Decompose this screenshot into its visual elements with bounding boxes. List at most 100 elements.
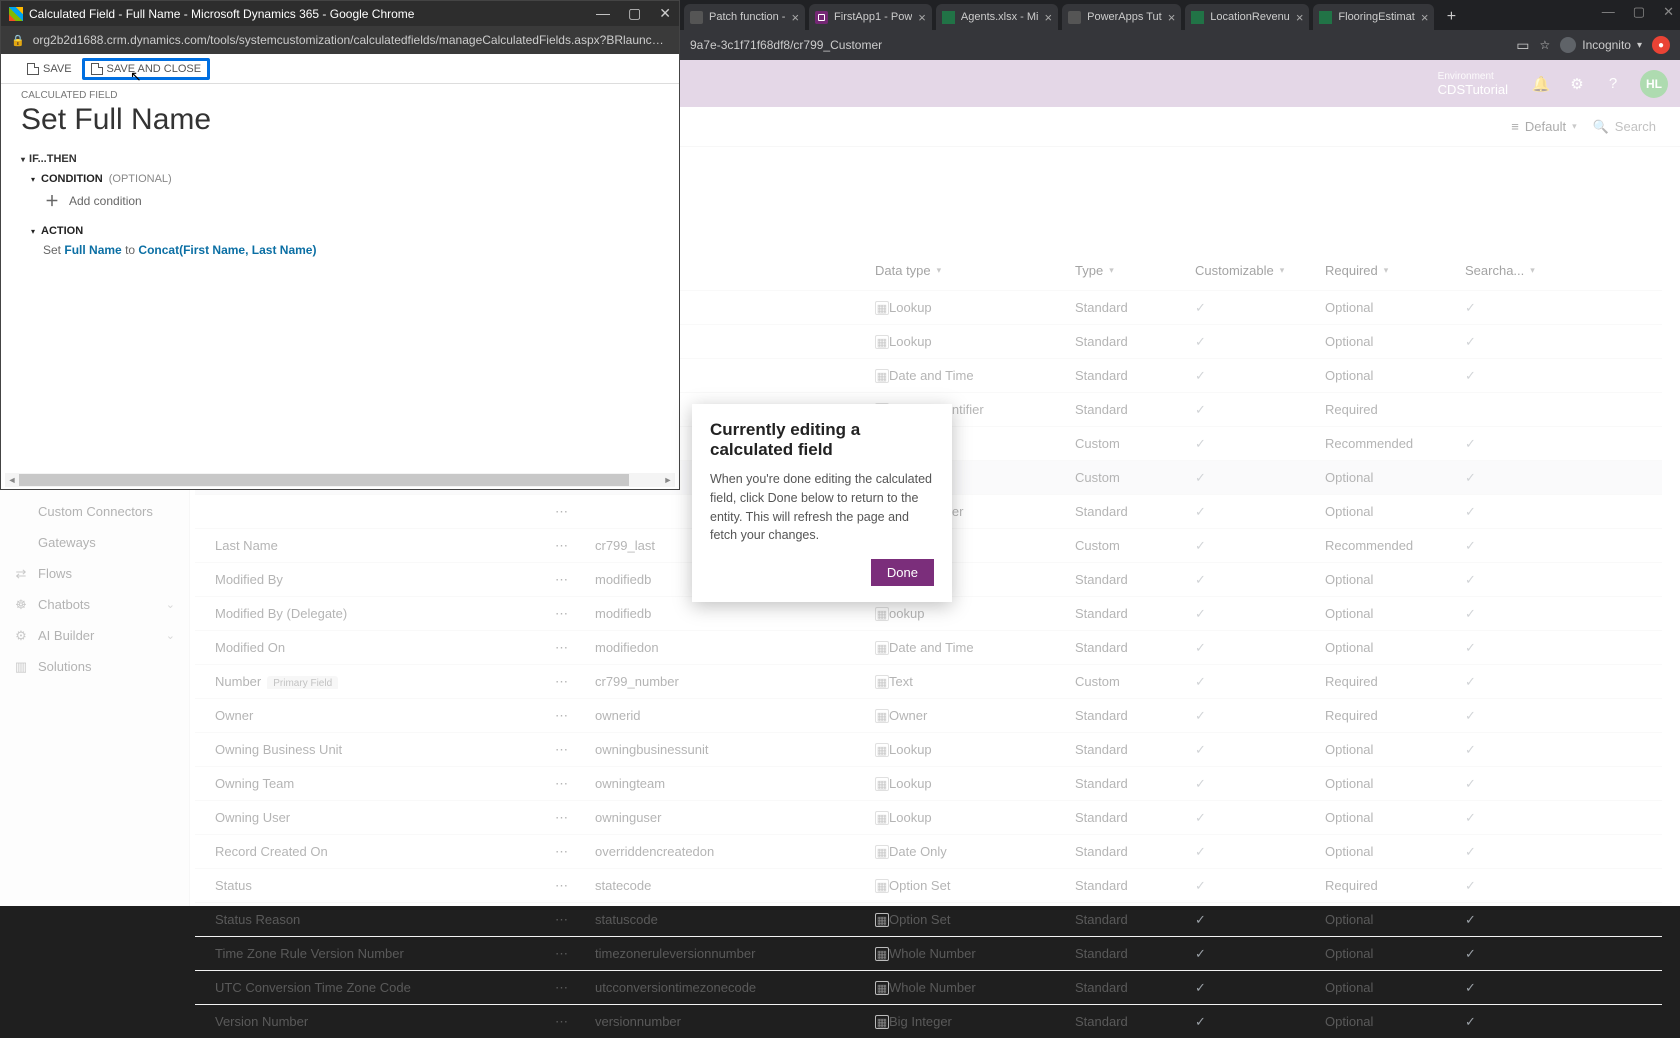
search-box[interactable]: 🔍 Search bbox=[1593, 119, 1656, 135]
ifthen-section[interactable]: ▾ IF...THEN bbox=[21, 153, 679, 165]
settings-icon[interactable]: ⚙ bbox=[1568, 75, 1586, 93]
popup-url[interactable]: org2b2d1688.crm.dynamics.com/tools/syste… bbox=[33, 33, 669, 47]
col-searchable[interactable]: Searcha... bbox=[1465, 263, 1524, 278]
nav-item[interactable]: ⇄ Flows bbox=[0, 558, 189, 589]
scroll-right-icon[interactable]: ► bbox=[661, 473, 675, 487]
row-menu-icon[interactable]: ⋯ bbox=[555, 742, 595, 758]
new-tab-button[interactable]: + bbox=[1438, 4, 1464, 30]
browser-tab[interactable]: Patch function - × bbox=[684, 4, 805, 30]
extension-badge[interactable]: ● bbox=[1652, 36, 1670, 54]
row-menu-icon[interactable]: ⋯ bbox=[555, 572, 595, 588]
primary-field-pill: Primary Field bbox=[267, 676, 338, 689]
help-icon[interactable]: ? bbox=[1604, 75, 1622, 93]
field-datatype: ▦Owner bbox=[875, 708, 1075, 724]
row-menu-icon[interactable]: ⋯ bbox=[555, 810, 595, 826]
row-menu-icon[interactable]: ⋯ bbox=[555, 946, 595, 962]
row-menu-icon[interactable]: ⋯ bbox=[555, 878, 595, 894]
action-section[interactable]: ▾ ACTION bbox=[31, 225, 679, 237]
reader-icon[interactable]: ▭ bbox=[1516, 37, 1529, 54]
nav-item[interactable]: Gateways bbox=[0, 527, 189, 558]
browser-tab[interactable]: FlooringEstimat × bbox=[1313, 4, 1434, 30]
scroll-left-icon[interactable]: ◄ bbox=[5, 473, 19, 487]
field-row[interactable]: NumberPrimary Field ⋯ cr799_number ▦Text… bbox=[195, 664, 1662, 698]
tab-label: Patch function - bbox=[709, 11, 785, 23]
field-row[interactable]: Owner ⋯ ownerid ▦Owner Standard ✓ Requir… bbox=[195, 698, 1662, 732]
scroll-thumb[interactable] bbox=[19, 474, 629, 486]
popup-minimize[interactable]: — bbox=[596, 5, 610, 22]
tab-close-icon[interactable]: × bbox=[791, 10, 799, 25]
row-menu-icon[interactable]: ⋯ bbox=[555, 912, 595, 928]
tab-close-icon[interactable]: × bbox=[918, 10, 926, 25]
field-name: statecode bbox=[595, 878, 875, 893]
notifications-icon[interactable]: 🔔 bbox=[1532, 75, 1550, 93]
popup-maximize[interactable]: ▢ bbox=[628, 5, 641, 22]
field-row[interactable]: Time Zone Rule Version Number ⋯ timezone… bbox=[195, 936, 1662, 970]
url-fragment[interactable]: 9a7e-3c1f71f68df8/cr799_Customer bbox=[690, 38, 882, 52]
field-row[interactable]: Version Number ⋯ versionnumber ▦Big Inte… bbox=[195, 1004, 1662, 1038]
scroll-track[interactable] bbox=[19, 473, 661, 487]
field-row[interactable]: UTC Conversion Time Zone Code ⋯ utcconve… bbox=[195, 970, 1662, 1004]
popup-titlebar[interactable]: Calculated Field - Full Name - Microsoft… bbox=[1, 1, 679, 26]
incognito-badge[interactable]: Incognito ▾ bbox=[1560, 37, 1642, 53]
field-row[interactable]: Modified On ⋯ modifiedon ▦Date and Time … bbox=[195, 630, 1662, 664]
minimize-button[interactable]: — bbox=[1602, 4, 1615, 20]
field-row[interactable]: Status Reason ⋯ statuscode ▦Option Set S… bbox=[195, 902, 1662, 936]
field-required: Optional bbox=[1325, 606, 1465, 621]
tab-close-icon[interactable]: × bbox=[1045, 10, 1053, 25]
field-row[interactable]: Status ⋯ statecode ▦Option Set Standard … bbox=[195, 868, 1662, 902]
row-menu-icon[interactable]: ⋯ bbox=[555, 674, 595, 690]
datatype-icon: ▦ bbox=[875, 947, 889, 961]
left-nav: Custom Connectors Gateways ⇄ Flows ☸ Cha… bbox=[0, 490, 190, 906]
field-required: Required bbox=[1325, 708, 1465, 723]
popup-close[interactable]: ✕ bbox=[659, 5, 671, 22]
row-menu-icon[interactable]: ⋯ bbox=[555, 980, 595, 996]
tab-close-icon[interactable]: × bbox=[1421, 10, 1429, 25]
field-required: Optional bbox=[1325, 912, 1465, 927]
field-row[interactable]: Record Created On ⋯ overriddencreatedon … bbox=[195, 834, 1662, 868]
save-and-close-button[interactable]: SAVE AND CLOSE bbox=[82, 58, 211, 80]
tab-close-icon[interactable]: × bbox=[1296, 10, 1304, 25]
row-menu-icon[interactable]: ⋯ bbox=[555, 708, 595, 724]
col-datatype[interactable]: Data type bbox=[875, 263, 931, 278]
nav-item[interactable]: ☸ Chatbots ⌄ bbox=[0, 589, 189, 620]
row-menu-icon[interactable]: ⋯ bbox=[555, 1014, 595, 1030]
row-menu-icon[interactable]: ⋯ bbox=[555, 504, 595, 520]
field-required: Optional bbox=[1325, 572, 1465, 587]
row-menu-icon[interactable]: ⋯ bbox=[555, 844, 595, 860]
field-row[interactable]: Owning User ⋯ owninguser ▦Lookup Standar… bbox=[195, 800, 1662, 834]
star-icon[interactable]: ☆ bbox=[1540, 38, 1551, 52]
action-expression[interactable]: Set Full Name to Concat(First Name, Last… bbox=[43, 243, 679, 257]
nav-item[interactable]: ▥ Solutions bbox=[0, 651, 189, 682]
row-menu-icon[interactable]: ⋯ bbox=[555, 640, 595, 656]
col-type[interactable]: Type bbox=[1075, 263, 1103, 278]
tab-label: FlooringEstimat bbox=[1338, 11, 1414, 23]
row-menu-icon[interactable]: ⋯ bbox=[555, 606, 595, 622]
row-menu-icon[interactable]: ⋯ bbox=[555, 538, 595, 554]
lock-icon[interactable]: 🔒 bbox=[11, 34, 25, 47]
maximize-button[interactable]: ▢ bbox=[1633, 4, 1645, 20]
datatype-icon: ▦ bbox=[875, 879, 889, 893]
add-condition-row[interactable]: ＋ Add condition bbox=[45, 191, 679, 211]
browser-tab[interactable]: PowerApps Tut × bbox=[1062, 4, 1181, 30]
nav-item[interactable]: Custom Connectors bbox=[0, 496, 189, 527]
row-menu-icon[interactable]: ⋯ bbox=[555, 776, 595, 792]
save-button[interactable]: SAVE bbox=[21, 59, 78, 79]
browser-tab[interactable]: LocationRevenu × bbox=[1185, 4, 1309, 30]
avatar[interactable]: HL bbox=[1640, 70, 1668, 98]
close-window-button[interactable]: ✕ bbox=[1663, 4, 1674, 20]
view-default[interactable]: ≡ Default ▾ bbox=[1511, 119, 1576, 134]
browser-tab[interactable]: FirstApp1 - Pow × bbox=[809, 4, 932, 30]
horizontal-scrollbar[interactable]: ◄ ► bbox=[5, 473, 675, 487]
field-name: owningbusinessunit bbox=[595, 742, 875, 757]
col-required[interactable]: Required bbox=[1325, 263, 1378, 278]
environment-block[interactable]: Environment CDSTutorial bbox=[1438, 71, 1508, 97]
field-required: Optional bbox=[1325, 844, 1465, 859]
col-customizable[interactable]: Customizable bbox=[1195, 263, 1274, 278]
field-row[interactable]: Owning Team ⋯ owningteam ▦Lookup Standar… bbox=[195, 766, 1662, 800]
field-row[interactable]: Owning Business Unit ⋯ owningbusinessuni… bbox=[195, 732, 1662, 766]
tab-close-icon[interactable]: × bbox=[1168, 10, 1176, 25]
condition-section[interactable]: ▾ CONDITION (OPTIONAL) bbox=[31, 173, 679, 185]
browser-tab[interactable]: Agents.xlsx - Mi × bbox=[936, 4, 1058, 30]
done-button[interactable]: Done bbox=[871, 559, 934, 586]
nav-item[interactable]: ⚙ AI Builder ⌄ bbox=[0, 620, 189, 651]
